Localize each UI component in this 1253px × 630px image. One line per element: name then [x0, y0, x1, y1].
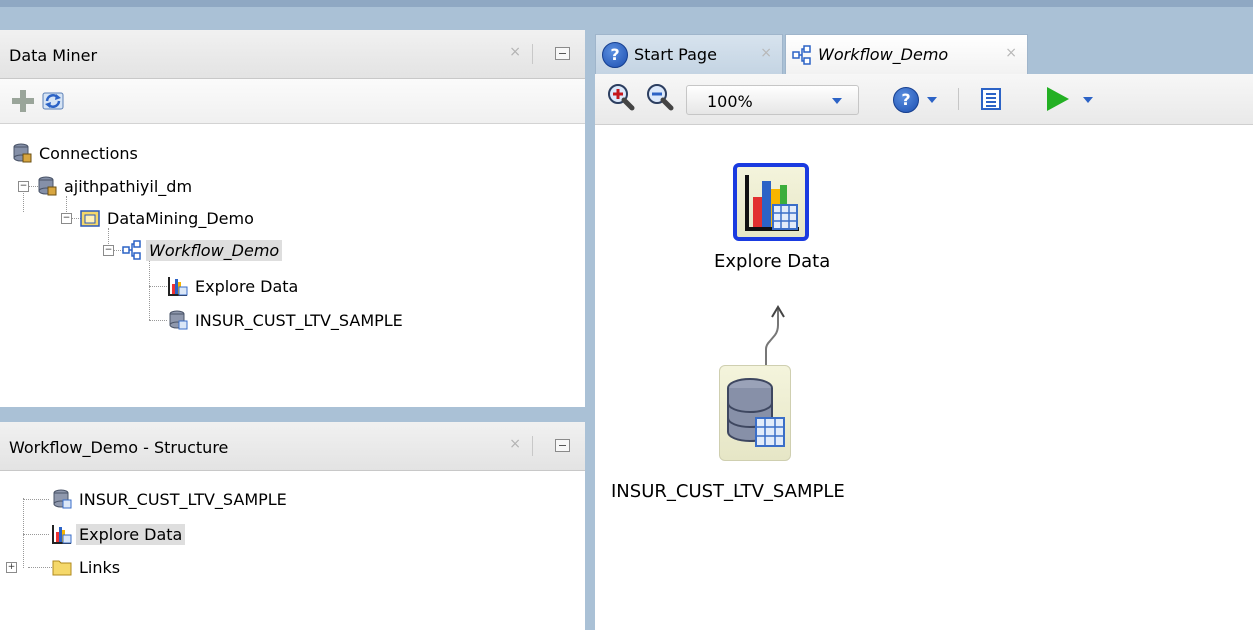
collapse-toggle-icon[interactable]: −: [18, 181, 29, 192]
structure-panel-header: Workflow_Demo - Structure ×: [0, 422, 585, 471]
tree-item-project[interactable]: DataMining_Demo: [80, 207, 257, 229]
panel-title: Data Miner: [9, 46, 98, 65]
data-miner-toolbar: [0, 79, 585, 124]
close-icon[interactable]: ×: [1005, 45, 1017, 61]
tree-line: [28, 567, 52, 568]
tree-item-connections[interactable]: Connections: [12, 142, 141, 164]
tree-item-data-source[interactable]: INSUR_CUST_LTV_SAMPLE: [168, 309, 406, 331]
tree-line: [23, 498, 24, 568]
tree-label: Workflow_Demo: [146, 239, 283, 261]
expand-toggle-icon[interactable]: +: [6, 562, 17, 573]
explore-data-icon: [52, 524, 72, 544]
tree-label: INSUR_CUST_LTV_SAMPLE: [195, 310, 403, 330]
data-miner-panel-header: Data Miner ×: [0, 30, 585, 79]
tree-label: Explore Data: [76, 523, 186, 545]
explore-data-node-label: Explore Data: [714, 251, 831, 272]
plus-icon[interactable]: [12, 90, 34, 112]
editor-toolbar: 100% ?: [595, 74, 1253, 125]
minimize-icon[interactable]: [555, 439, 570, 452]
link-arrow[interactable]: [755, 295, 795, 367]
divider: [532, 44, 533, 64]
workflow-canvas[interactable]: Explore Data INSUR_CUST_LTV_SAMPLE: [595, 125, 1253, 630]
workflow-icon: [792, 44, 812, 65]
tree-label: DataMining_Demo: [107, 208, 254, 228]
explore-data-icon: [168, 276, 188, 296]
tab-label: Start Page: [634, 45, 717, 64]
structure-item-links[interactable]: Links: [52, 556, 123, 578]
tab-label: Workflow_Demo: [818, 45, 949, 64]
close-icon[interactable]: ×: [509, 44, 521, 60]
zoom-level-select[interactable]: 100%: [686, 85, 859, 115]
close-icon[interactable]: ×: [760, 45, 772, 61]
tree-label: ajithpathiyil_dm: [64, 176, 193, 196]
workflow-editor: ? Start Page × Workflow_Demo × 100% ? Ex…: [595, 30, 1253, 630]
data-miner-panel: Data Miner × Connections − ajithpathiyil…: [0, 30, 585, 407]
project-folder-icon: [80, 208, 100, 228]
panel-title: Workflow_Demo - Structure: [9, 438, 229, 457]
tree-item-workflow[interactable]: Workflow_Demo: [122, 239, 283, 261]
data-source-icon: [52, 489, 72, 509]
panel-splitter[interactable]: [0, 407, 588, 422]
tree-label: INSUR_CUST_LTV_SAMPLE: [79, 489, 287, 509]
connections-icon: [12, 143, 32, 163]
divider: [958, 88, 959, 110]
tab-start-page[interactable]: ? Start Page ×: [595, 34, 783, 74]
help-icon: ?: [602, 41, 628, 68]
help-dropdown-icon[interactable]: [927, 97, 937, 103]
collapse-toggle-icon[interactable]: −: [61, 213, 72, 224]
structure-item-data-source[interactable]: INSUR_CUST_LTV_SAMPLE: [52, 488, 290, 510]
structure-panel: Workflow_Demo - Structure × INSUR_CUST_L…: [0, 422, 585, 630]
workflow-icon: [122, 240, 142, 260]
data-source-node-label: INSUR_CUST_LTV_SAMPLE: [611, 481, 845, 502]
data-source-node[interactable]: [719, 365, 791, 461]
divider: [532, 436, 533, 456]
properties-icon[interactable]: [981, 88, 1001, 110]
tree-label: Explore Data: [195, 276, 299, 296]
run-dropdown-icon[interactable]: [1083, 97, 1093, 103]
explore-data-node[interactable]: [733, 163, 809, 241]
chevron-down-icon: [832, 98, 842, 104]
zoom-value: 100%: [707, 92, 753, 111]
tree-line: [149, 320, 167, 321]
tab-workflow-demo[interactable]: Workflow_Demo ×: [785, 34, 1028, 74]
run-icon[interactable]: [1047, 87, 1069, 111]
folder-icon: [52, 557, 72, 577]
tree-label: Links: [79, 557, 121, 577]
refresh-icon[interactable]: [40, 88, 66, 114]
window-top-strip: [0, 0, 1253, 30]
zoom-in-icon[interactable]: [607, 83, 635, 113]
collapse-toggle-icon[interactable]: −: [103, 245, 114, 256]
close-icon[interactable]: ×: [509, 436, 521, 452]
vertical-splitter[interactable]: [585, 30, 595, 630]
tree-line: [149, 260, 150, 320]
database-connection-icon: [37, 176, 57, 196]
tree-item-connection[interactable]: ajithpathiyil_dm: [37, 175, 195, 197]
structure-item-explore-data[interactable]: Explore Data: [52, 523, 186, 545]
tree-label: Connections: [39, 143, 138, 163]
editor-tab-bar: ? Start Page × Workflow_Demo ×: [595, 30, 1253, 74]
minimize-icon[interactable]: [555, 47, 570, 60]
tree-line: [23, 499, 49, 500]
zoom-out-icon[interactable]: [646, 83, 674, 113]
data-source-icon: [168, 310, 188, 330]
tree-line: [149, 286, 167, 287]
help-icon[interactable]: ?: [893, 87, 919, 113]
tree-item-explore-data[interactable]: Explore Data: [168, 275, 301, 297]
tree-line: [23, 534, 49, 535]
